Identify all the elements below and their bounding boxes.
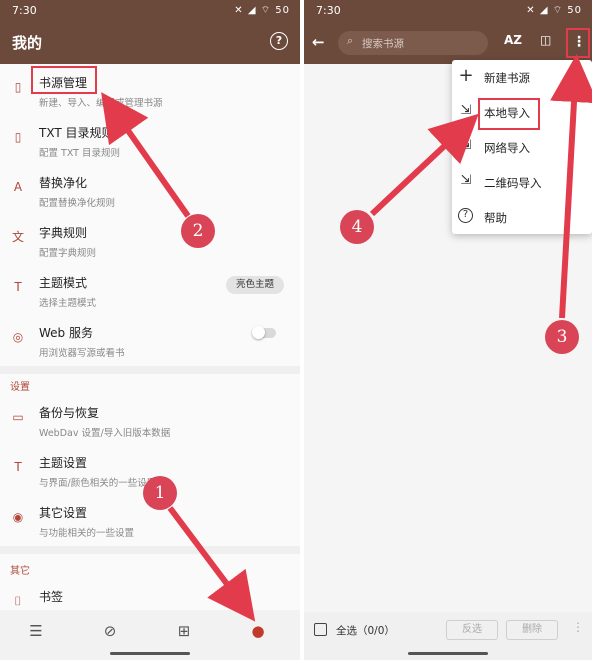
step-badge-2: 2 [181, 214, 215, 248]
arrow-1 [167, 506, 256, 622]
arrow-2 [101, 92, 191, 218]
step-badge-4: 4 [340, 210, 374, 244]
step-badge-3: 3 [545, 320, 579, 354]
step-badge-1: 1 [143, 476, 177, 510]
annotation-arrows [101, 54, 592, 622]
arrow-3 [550, 54, 592, 319]
arrow-4 [369, 113, 479, 217]
